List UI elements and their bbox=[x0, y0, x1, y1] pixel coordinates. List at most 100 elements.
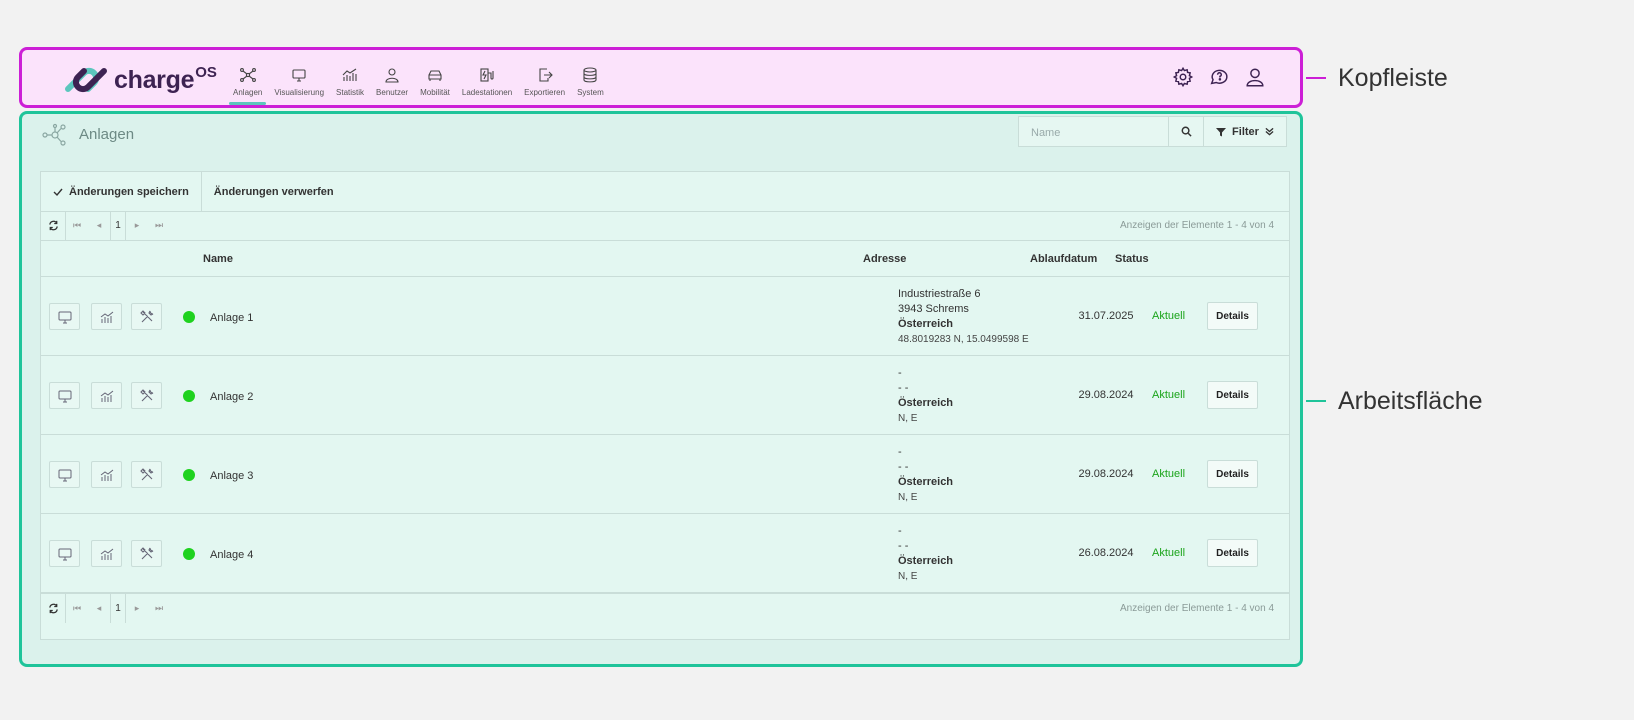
nav-visualisierung[interactable]: Visualisierung bbox=[268, 50, 330, 105]
tools-icon bbox=[139, 388, 153, 401]
statistics-button[interactable] bbox=[91, 303, 122, 330]
visualize-button[interactable] bbox=[49, 382, 80, 409]
monitor-icon bbox=[292, 69, 306, 82]
row-name: Anlage 2 bbox=[210, 391, 254, 403]
statistics-button[interactable] bbox=[91, 540, 122, 567]
save-changes-button[interactable]: Änderungen speichern bbox=[41, 172, 202, 211]
col-expiry[interactable]: Ablaufdatum bbox=[1030, 253, 1097, 265]
table-row: Anlage 2 - - - Österreich N, E 29.08.202… bbox=[41, 356, 1289, 435]
refresh-icon bbox=[48, 603, 58, 613]
online-status-dot bbox=[183, 390, 195, 402]
details-button[interactable]: Details bbox=[1207, 460, 1258, 488]
table-row: Anlage 4 - - - Österreich N, E 26.08.202… bbox=[41, 514, 1289, 593]
check-icon bbox=[53, 188, 63, 196]
search-button[interactable] bbox=[1169, 116, 1204, 147]
nav-system[interactable]: System bbox=[571, 50, 610, 105]
chart-icon bbox=[100, 311, 113, 323]
prev-page-icon[interactable]: ◂ bbox=[88, 594, 110, 623]
refresh-button[interactable] bbox=[41, 593, 66, 623]
nav-mobilitaet[interactable]: Mobilität bbox=[414, 50, 456, 105]
tools-icon bbox=[139, 546, 153, 559]
address-coordinates: N, E bbox=[898, 492, 918, 503]
visualize-button[interactable] bbox=[49, 303, 80, 330]
nav-label: Exportieren bbox=[524, 88, 566, 97]
row-expiry-date: 31.07.2025 bbox=[1078, 310, 1134, 322]
help-chat-icon[interactable] bbox=[1208, 66, 1230, 88]
nav-statistik[interactable]: Statistik bbox=[330, 50, 370, 105]
address-street: - bbox=[898, 525, 902, 537]
row-status: Aktuell bbox=[1152, 547, 1186, 559]
nav-label: Benutzer bbox=[376, 88, 409, 97]
monitor-icon bbox=[58, 548, 71, 560]
details-button[interactable]: Details bbox=[1207, 539, 1258, 567]
tools-icon bbox=[139, 309, 153, 322]
address-street: - bbox=[898, 446, 902, 458]
address-city: - - bbox=[898, 461, 909, 473]
row-name: Anlage 3 bbox=[210, 470, 254, 482]
nav-label: Ladestationen bbox=[461, 88, 513, 97]
header-callout-label: Kopfleiste bbox=[1338, 64, 1448, 92]
chevron-double-down-icon bbox=[1265, 127, 1274, 136]
settings-tools-button[interactable] bbox=[131, 382, 162, 409]
statistics-button[interactable] bbox=[91, 461, 122, 488]
row-expiry-date: 26.08.2024 bbox=[1078, 547, 1134, 559]
network-icon bbox=[42, 123, 66, 146]
monitor-icon bbox=[58, 311, 71, 323]
col-address[interactable]: Adresse bbox=[863, 253, 906, 265]
save-changes-label: Änderungen speichern bbox=[69, 185, 189, 198]
search-icon bbox=[1181, 126, 1192, 137]
nav-label: Statistik bbox=[336, 88, 365, 97]
table-row: Anlage 1 Industriestraße 6 3943 Schrems … bbox=[41, 277, 1289, 356]
filter-button[interactable]: Filter bbox=[1204, 116, 1287, 147]
nav-anlagen[interactable]: Anlagen bbox=[227, 50, 268, 105]
address-coordinates: N, E bbox=[898, 413, 918, 424]
nav-exportieren[interactable]: Exportieren bbox=[518, 50, 571, 105]
next-page-icon[interactable]: ▸ bbox=[126, 594, 148, 623]
export-icon bbox=[539, 68, 553, 82]
nav-label: Anlagen bbox=[233, 88, 263, 97]
first-page-icon[interactable]: ⏮ bbox=[66, 594, 88, 623]
details-button[interactable]: Details bbox=[1207, 302, 1258, 330]
row-address: - - - Österreich N, E bbox=[898, 445, 953, 505]
visualize-button[interactable] bbox=[49, 461, 80, 488]
row-expiry-date: 29.08.2024 bbox=[1078, 468, 1134, 480]
page-number[interactable]: 1 bbox=[110, 593, 126, 623]
details-button[interactable]: Details bbox=[1207, 381, 1258, 409]
nav-benutzer[interactable]: Benutzer bbox=[370, 50, 414, 105]
charger-icon bbox=[480, 68, 494, 82]
row-status: Aktuell bbox=[1152, 468, 1186, 480]
user-icon bbox=[385, 68, 399, 83]
nav-label: Visualisierung bbox=[274, 88, 325, 97]
discard-changes-button[interactable]: Änderungen verwerfen bbox=[202, 172, 346, 211]
refresh-button[interactable] bbox=[41, 211, 66, 240]
prev-page-icon[interactable]: ◂ bbox=[88, 211, 110, 240]
col-status[interactable]: Status bbox=[1115, 253, 1149, 265]
last-page-icon[interactable]: ⏭ bbox=[148, 211, 170, 240]
row-expiry-date: 29.08.2024 bbox=[1078, 389, 1134, 401]
row-name: Anlage 1 bbox=[210, 312, 254, 324]
next-page-icon[interactable]: ▸ bbox=[126, 211, 148, 240]
row-address: Industriestraße 6 3943 Schrems Österreic… bbox=[898, 287, 1029, 347]
settings-tools-button[interactable] bbox=[131, 303, 162, 330]
chart-icon bbox=[100, 390, 113, 402]
settings-tools-button[interactable] bbox=[131, 540, 162, 567]
logo-text: charge bbox=[114, 65, 195, 94]
address-street: - bbox=[898, 367, 902, 379]
chart-icon bbox=[100, 469, 113, 481]
statistics-button[interactable] bbox=[91, 382, 122, 409]
online-status-dot bbox=[183, 469, 195, 481]
first-page-icon[interactable]: ⏮ bbox=[66, 211, 88, 240]
col-name[interactable]: Name bbox=[203, 253, 233, 265]
table-row: Anlage 3 - - - Österreich N, E 29.08.202… bbox=[41, 435, 1289, 514]
nav-ladestationen[interactable]: Ladestationen bbox=[456, 50, 518, 105]
last-page-icon[interactable]: ⏭ bbox=[148, 594, 170, 623]
search-input[interactable]: Name bbox=[1018, 116, 1169, 147]
gear-icon[interactable] bbox=[1172, 66, 1194, 88]
settings-tools-button[interactable] bbox=[131, 461, 162, 488]
header-bar: charge OS Anlagen Visualisierung Statisti… bbox=[19, 47, 1303, 108]
page-number[interactable]: 1 bbox=[110, 211, 126, 240]
visualize-button[interactable] bbox=[49, 540, 80, 567]
app-logo[interactable]: charge OS bbox=[62, 62, 217, 98]
refresh-icon bbox=[48, 220, 58, 231]
user-account-icon[interactable] bbox=[1244, 66, 1266, 88]
